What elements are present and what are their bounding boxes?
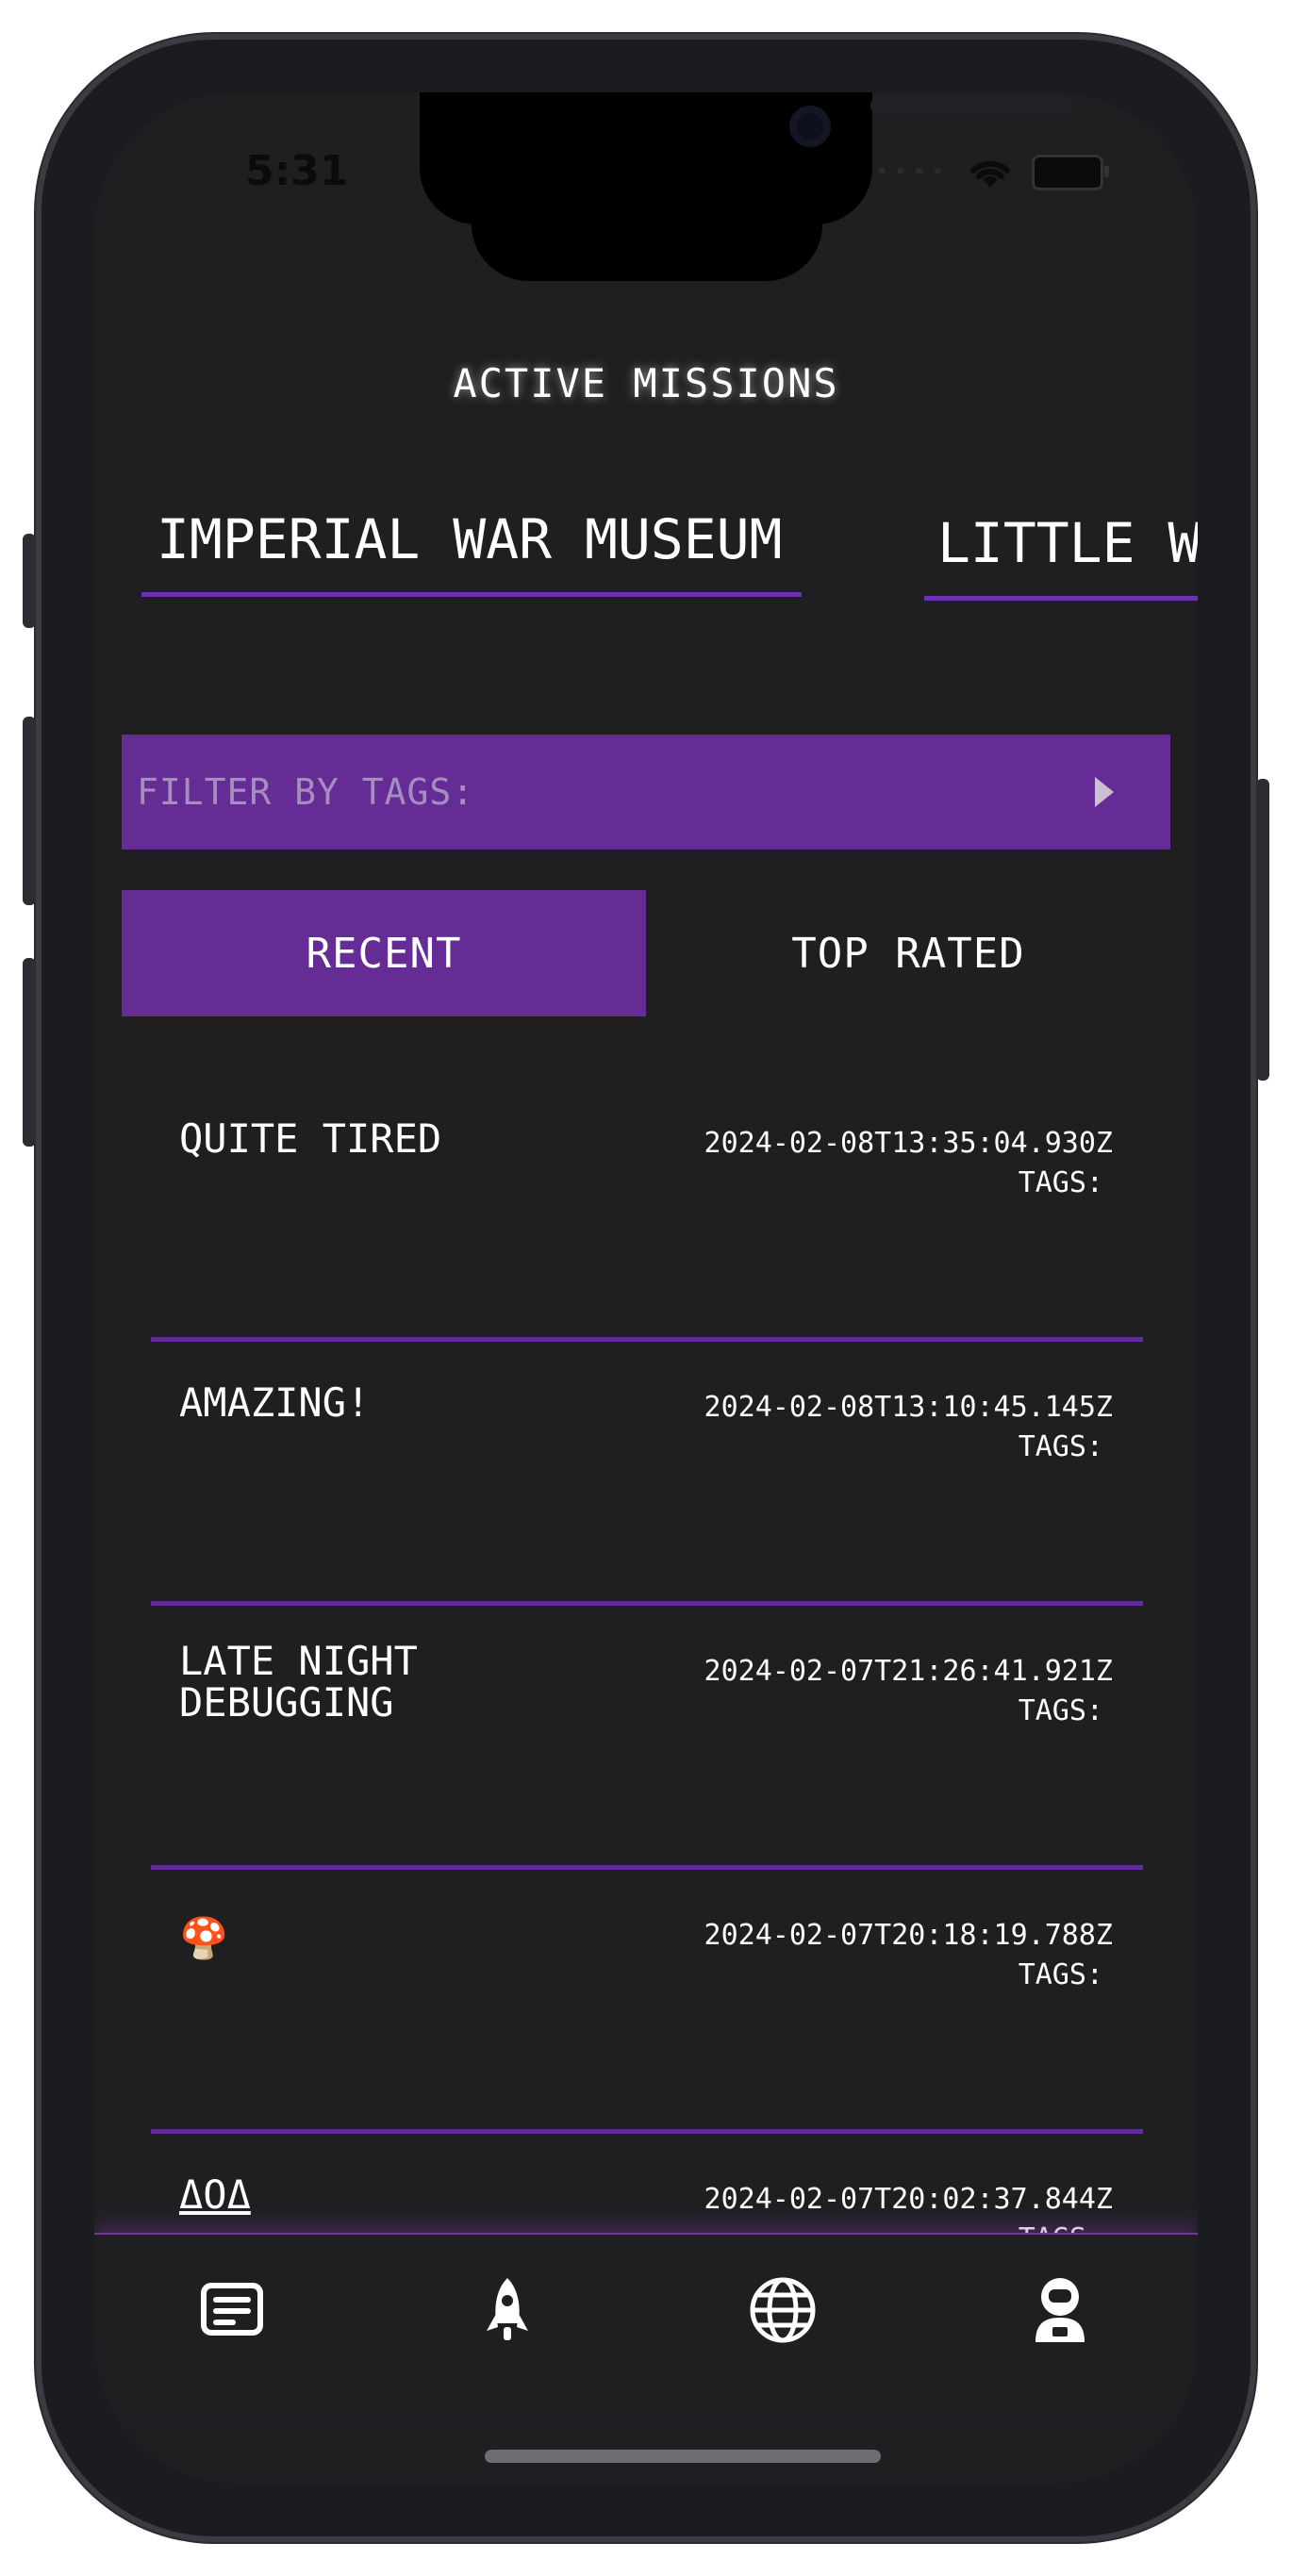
entry-meta: 2024-02-07T20:18:19.788Z TAGS: — [704, 1916, 1113, 1995]
astronaut-icon[interactable] — [1022, 2272, 1098, 2348]
list-item[interactable]: AMAZING! 2024-02-08T13:10:45.145Z TAGS: — [151, 1337, 1143, 1606]
list-item[interactable]: QUITE TIRED 2024-02-08T13:35:04.930Z TAG… — [151, 1073, 1143, 1342]
list-item[interactable]: 🍄 2024-02-07T20:18:19.788Z TAGS: — [151, 1865, 1143, 2134]
status-time: 5:31 — [245, 147, 349, 195]
entry-title: LATE NIGHT DEBUGGING — [179, 1638, 418, 1726]
entry-timestamp: 2024-02-08T13:35:04.930Z — [704, 1127, 1113, 1160]
entry-title: AMAZING! — [179, 1379, 371, 1426]
sort-top-rated-button[interactable]: TOP RATED — [646, 890, 1170, 1016]
status-icons: •••• — [874, 155, 1109, 190]
volume-up-button — [23, 717, 36, 905]
entry-timestamp: 2024-02-07T20:02:37.844Z — [704, 2183, 1113, 2216]
mission-tab-imperial-war-museum[interactable]: IMPERIAL WAR MUSEUM — [141, 507, 802, 597]
tag-filter-dropdown[interactable]: FILTER BY TAGS: — [122, 735, 1170, 850]
entry-meta: 2024-02-08T13:10:45.145Z TAGS: — [704, 1388, 1113, 1467]
entry-title: QUITE TIRED — [179, 1115, 442, 1162]
mission-tab-label: IMPERIAL WAR MUSEUM — [157, 507, 783, 571]
caret-right-icon — [1095, 777, 1114, 807]
entry-timestamp: 2024-02-08T13:10:45.145Z — [704, 1391, 1113, 1424]
mission-tabs: IMPERIAL WAR MUSEUM LITTLE W — [94, 507, 1198, 620]
entry-title: ΔΟΔ — [179, 2171, 251, 2218]
entry-tags-label: TAGS: — [1018, 1694, 1103, 1727]
bottom-tab-bar — [94, 2233, 1198, 2423]
front-camera — [789, 106, 831, 147]
entry-list: QUITE TIRED 2024-02-08T13:35:04.930Z TAG… — [94, 1073, 1198, 2233]
power-button — [1256, 779, 1269, 1081]
sort-recent-button[interactable]: RECENT — [122, 890, 646, 1016]
list-item[interactable]: LATE NIGHT DEBUGGING 2024-02-07T21:26:41… — [151, 1601, 1143, 1870]
entry-tags-label: TAGS: — [1018, 1430, 1103, 1463]
mission-tab-label: LITTLE W — [937, 511, 1198, 575]
entry-meta: 2024-02-08T13:35:04.930Z TAGS: — [704, 1124, 1113, 1203]
wifi-icon — [970, 160, 1010, 188]
mute-switch — [23, 534, 36, 628]
globe-icon[interactable] — [745, 2272, 820, 2348]
entry-tags-label: TAGS: — [1018, 1166, 1103, 1199]
list-item[interactable]: ΔΟΔ 2024-02-07T20:02:37.844Z TAGS: — [151, 2129, 1143, 2234]
app-screen: 5:31 •••• ACTIVE MISSIONS IMPERIAL WAR M… — [94, 92, 1198, 2484]
volume-down-button — [23, 958, 36, 1147]
entry-timestamp: 2024-02-07T21:26:41.921Z — [704, 1655, 1113, 1688]
battery-icon — [1032, 155, 1109, 190]
entry-timestamp: 2024-02-07T20:18:19.788Z — [704, 1919, 1113, 1952]
entry-title: 🍄 — [179, 1915, 229, 1961]
earpiece-speaker — [870, 96, 1072, 115]
page-title: ACTIVE MISSIONS — [453, 360, 839, 406]
home-indicator[interactable] — [485, 2450, 881, 2463]
signal-icon: •••• — [874, 158, 949, 187]
entry-tags-label: TAGS: — [704, 2220, 1103, 2233]
filter-label: FILTER BY TAGS: — [137, 771, 475, 813]
entry-tags-label: TAGS: — [1018, 1958, 1103, 1991]
entry-meta: 2024-02-07T21:26:41.921Z TAGS: — [704, 1652, 1113, 1731]
sort-toggle: RECENT TOP RATED — [122, 890, 1170, 1016]
notch-lower — [472, 168, 822, 281]
rocket-icon[interactable] — [470, 2272, 545, 2348]
entry-meta: 2024-02-07T20:02:37.844Z TAGS: — [704, 2180, 1113, 2233]
feed-icon[interactable] — [194, 2272, 270, 2348]
mission-tab-little-w[interactable]: LITTLE W — [924, 511, 1198, 601]
